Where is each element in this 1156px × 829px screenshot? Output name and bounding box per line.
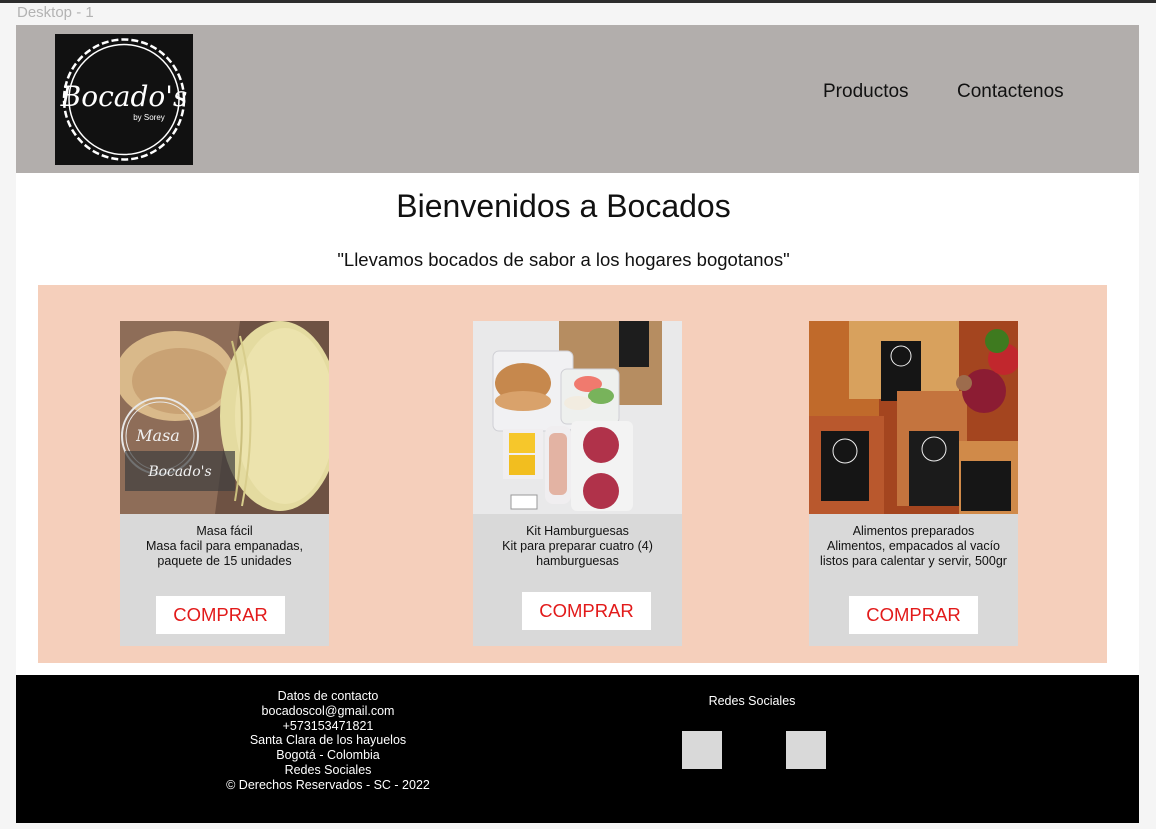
burger-kit-photo <box>473 321 682 514</box>
header: Bocado's by Sorey Productos Contactenos <box>16 25 1139 173</box>
page-tagline: "Llevamos bocados de sabor a los hogares… <box>337 249 790 270</box>
packaged-food-photo <box>809 321 1018 514</box>
logo-sub: by Sorey <box>133 113 165 122</box>
product-info: Kit Hamburguesas Kit para preparar cuatr… <box>481 524 674 569</box>
product-description: Masa facil para empanadas, paquete de 15… <box>145 539 304 568</box>
product-info: Alimentos preparados Alimentos, empacado… <box>817 524 1010 569</box>
product-name: Kit Hamburguesas <box>526 524 629 538</box>
bocados-logo[interactable]: Bocado's by Sorey <box>55 34 193 165</box>
product-card: Kit Hamburguesas Kit para preparar cuatr… <box>473 321 682 646</box>
frame-label: Desktop - 1 <box>17 4 94 21</box>
page-title: Bienvenidos a Bocados <box>396 188 731 224</box>
svg-text:Masa: Masa <box>135 426 180 445</box>
contact-address: Santa Clara de los hayuelos <box>249 733 407 748</box>
product-card: Alimentos preparados Alimentos, empacado… <box>809 321 1018 646</box>
copyright: © Derechos Reservados - SC - 2022 <box>226 777 430 792</box>
footer: Datos de contacto bocadoscol@gmail.com +… <box>16 675 1139 823</box>
social-icon-2[interactable] <box>786 731 826 769</box>
social-title: Redes Sociales <box>708 694 796 708</box>
contact-city: Bogotá - Colombia <box>276 748 380 763</box>
product-description: Alimentos, empacados al vacío listos par… <box>820 539 1007 568</box>
nav-contactenos[interactable]: Contactenos <box>957 81 1064 103</box>
contact-info: Datos de contacto bocadoscol@gmail.com +… <box>196 689 460 793</box>
product-description: Kit para preparar cuatro (4) hamburguesa… <box>502 539 653 568</box>
products-section: Masa Bocado's Masa fácil Masa facil para… <box>38 285 1107 663</box>
comprar-button[interactable]: COMPRAR <box>522 592 651 630</box>
comprar-button[interactable]: COMPRAR <box>849 596 978 634</box>
page-canvas: Bocado's by Sorey Productos Contactenos … <box>16 25 1139 823</box>
product-name: Alimentos preparados <box>852 524 975 538</box>
contact-phone[interactable]: +573153471821 <box>196 719 460 734</box>
product-name: Masa fácil <box>196 524 253 538</box>
empanada-dough-photo: Masa Bocado's <box>120 321 329 514</box>
contact-social-label: Redes Sociales <box>284 762 372 777</box>
svg-text:Bocado's: Bocado's <box>147 464 211 480</box>
top-border <box>0 0 1156 3</box>
product-card: Masa Bocado's Masa fácil Masa facil para… <box>120 321 329 646</box>
social-icon-1[interactable] <box>682 731 722 769</box>
contact-heading: Datos de contacto <box>277 689 379 703</box>
comprar-button[interactable]: COMPRAR <box>156 596 285 634</box>
logo-brand: Bocado's <box>60 80 188 113</box>
nav-productos[interactable]: Productos <box>823 81 909 103</box>
contact-email[interactable]: bocadoscol@gmail.com <box>196 704 460 719</box>
product-info: Masa fácil Masa facil para empanadas, pa… <box>128 524 321 569</box>
